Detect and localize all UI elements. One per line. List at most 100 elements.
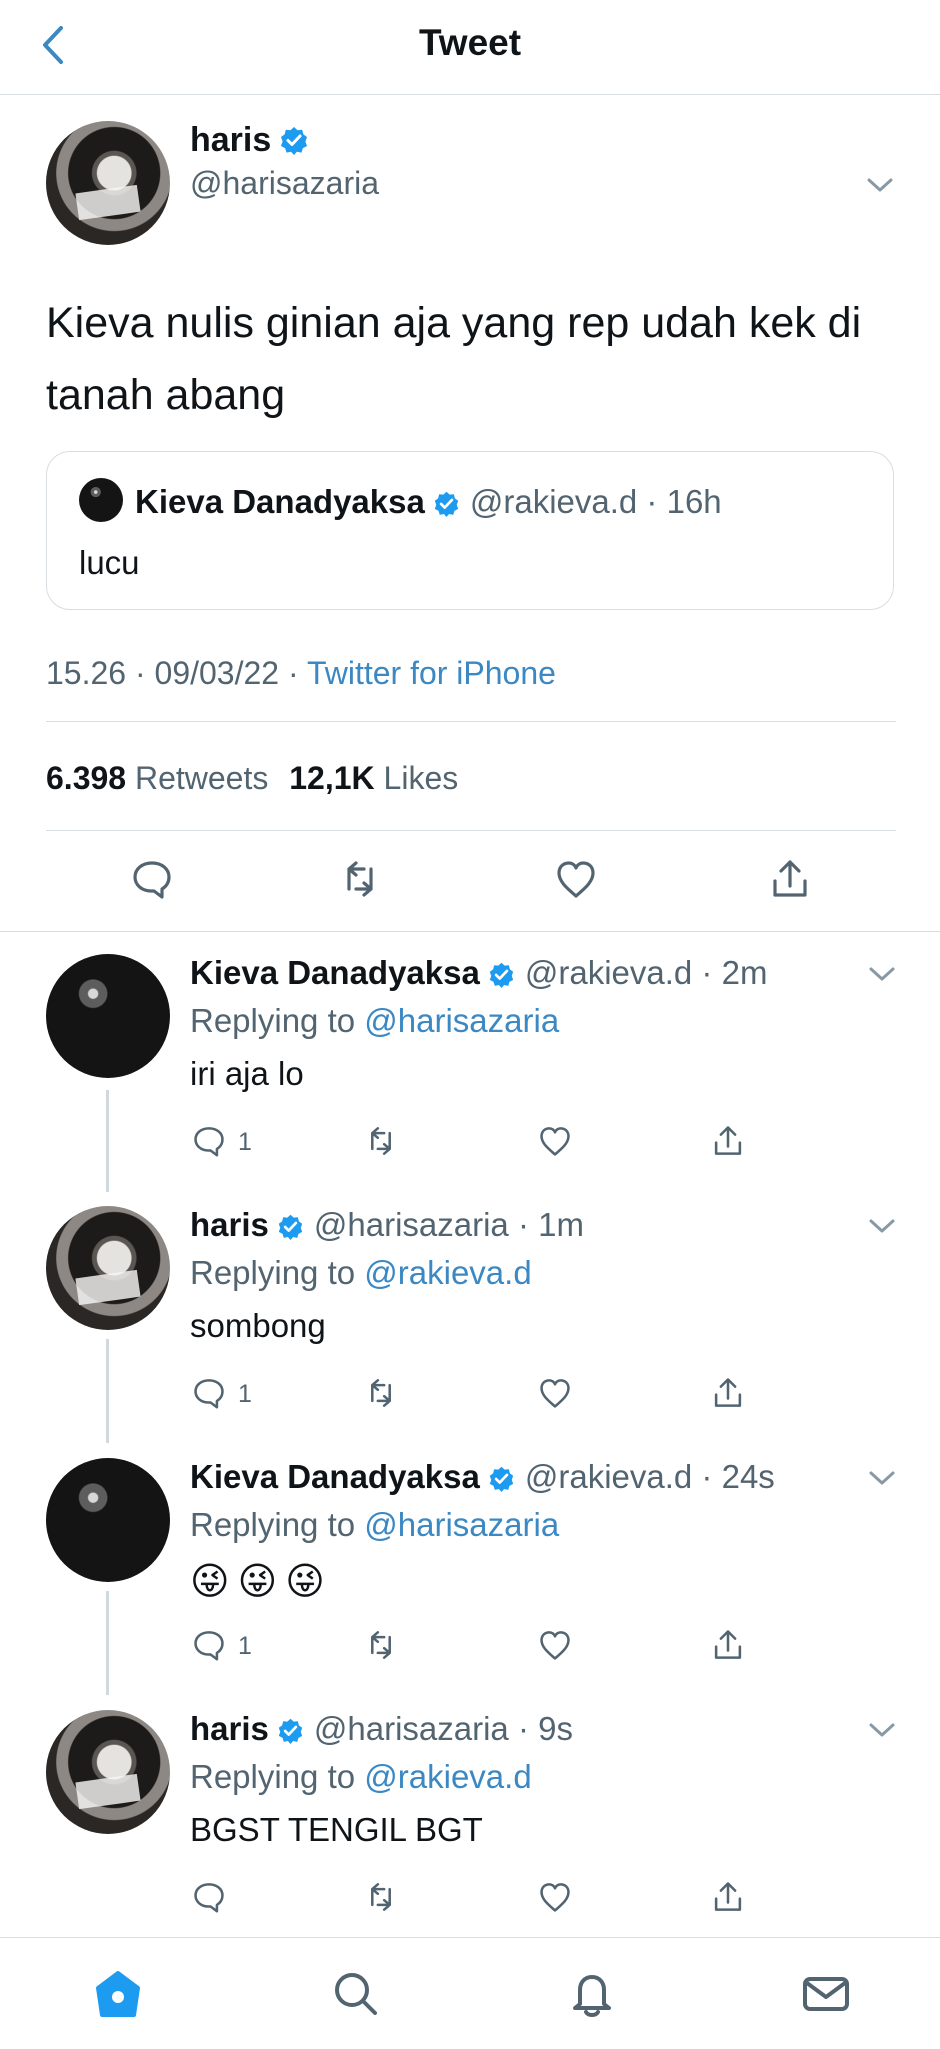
reply-header: Kieva Danadyaksa @rakieva.d · 2m bbox=[190, 954, 767, 992]
notifications-icon[interactable] bbox=[566, 1968, 618, 2020]
share-icon[interactable] bbox=[766, 855, 814, 903]
replying-to-prefix: Replying to bbox=[190, 1002, 356, 1039]
retweet-icon[interactable] bbox=[362, 1878, 400, 1916]
thread-line bbox=[106, 1591, 109, 1695]
quoted-author-name: Kieva Danadyaksa bbox=[135, 483, 425, 520]
messages-icon[interactable] bbox=[800, 1968, 852, 2020]
replying-to-handle[interactable]: @rakieva.d bbox=[364, 1758, 531, 1795]
reply-tweet: haris @harisazaria · 9s Replying to @raki… bbox=[0, 1688, 940, 1940]
reply-author-name[interactable]: haris bbox=[190, 1206, 269, 1243]
retweet-icon[interactable] bbox=[336, 855, 384, 903]
replying-to-prefix: Replying to bbox=[190, 1758, 356, 1795]
reply-author-avatar[interactable] bbox=[46, 1710, 170, 1834]
replying-to: Replying to @harisazaria bbox=[190, 1002, 559, 1040]
reply-text: iri aja lo bbox=[190, 1055, 304, 1092]
quoted-tweet-text: lucu bbox=[79, 544, 140, 581]
reply-icon[interactable] bbox=[190, 1626, 228, 1664]
retweet-icon[interactable] bbox=[362, 1374, 400, 1412]
replying-to-handle[interactable]: @rakieva.d bbox=[364, 1254, 531, 1291]
tweet-date: 09/03/22 bbox=[154, 655, 280, 691]
replying-to: Replying to @rakieva.d bbox=[190, 1758, 532, 1796]
quoted-author-handle: @rakieva.d bbox=[469, 483, 638, 520]
reply-author-avatar[interactable] bbox=[46, 1206, 170, 1330]
tweet-source-link[interactable]: Twitter for iPhone bbox=[307, 655, 556, 691]
verified-badge-icon bbox=[278, 1718, 303, 1744]
reply-tweet: haris @harisazaria · 1m Replying to @raki… bbox=[0, 1184, 940, 1443]
tweet-time: 15.26 bbox=[46, 655, 127, 691]
reply-emoji-text: 😜😜😜 bbox=[190, 1561, 333, 1603]
quoted-tweet-time: 16h bbox=[666, 483, 722, 520]
dot-separator: · bbox=[508, 1206, 539, 1243]
author-name[interactable]: haris bbox=[190, 121, 271, 159]
retweet-count[interactable]: 6.398 bbox=[46, 760, 126, 796]
share-icon[interactable] bbox=[709, 1374, 747, 1412]
reply-author-handle[interactable]: @rakieva.d bbox=[525, 954, 692, 991]
reply-author-name[interactable]: Kieva Danadyaksa bbox=[190, 1458, 480, 1495]
replying-to: Replying to @harisazaria bbox=[190, 1506, 559, 1544]
heart-icon[interactable] bbox=[536, 1626, 574, 1664]
reply-text: BGST TENGIL BGT bbox=[190, 1811, 483, 1848]
avatar-shirt-graphic bbox=[75, 1774, 141, 1810]
retweet-icon[interactable] bbox=[362, 1626, 400, 1664]
reply-author-handle[interactable]: @harisazaria bbox=[314, 1710, 509, 1747]
verified-badge-icon bbox=[434, 491, 459, 517]
reply-time: 1m bbox=[538, 1206, 584, 1243]
tweet-stats: 6.398 Retweets 12,1K Likes bbox=[46, 760, 896, 831]
author-name-row: haris bbox=[190, 121, 309, 160]
dot-separator: · bbox=[637, 483, 667, 520]
reply-count: 1 bbox=[238, 1380, 252, 1408]
reply-author-handle[interactable]: @harisazaria bbox=[314, 1206, 509, 1243]
reply-author-name[interactable]: Kieva Danadyaksa bbox=[190, 954, 480, 991]
heart-icon[interactable] bbox=[536, 1374, 574, 1412]
heart-icon[interactable] bbox=[536, 1878, 574, 1916]
share-icon[interactable] bbox=[709, 1626, 747, 1664]
share-icon[interactable] bbox=[709, 1122, 747, 1160]
verified-badge-icon bbox=[489, 962, 514, 988]
reply-text: sombong bbox=[190, 1307, 326, 1344]
chevron-down-icon[interactable] bbox=[868, 964, 896, 984]
quoted-tweet[interactable]: Kieva Danadyaksa @rakieva.d · 16h lucu bbox=[46, 451, 894, 610]
reply-header: haris @harisazaria · 9s bbox=[190, 1710, 573, 1748]
author-handle[interactable]: @harisazaria bbox=[190, 165, 379, 202]
reply-header: Kieva Danadyaksa @rakieva.d · 24s bbox=[190, 1458, 775, 1496]
dot-separator: · bbox=[692, 1458, 722, 1495]
like-count[interactable]: 12,1K bbox=[289, 760, 374, 796]
reply-icon[interactable] bbox=[128, 855, 176, 903]
heart-icon[interactable] bbox=[552, 855, 600, 903]
chevron-down-icon[interactable] bbox=[868, 1216, 896, 1236]
verified-badge-icon bbox=[489, 1466, 514, 1492]
reply-count: 1 bbox=[238, 1632, 252, 1660]
retweet-icon[interactable] bbox=[362, 1122, 400, 1160]
reply-time: 24s bbox=[721, 1458, 775, 1495]
reply-author-avatar[interactable] bbox=[46, 954, 170, 1078]
retweets-label[interactable]: Retweets bbox=[135, 760, 268, 796]
reply-time: 9s bbox=[538, 1710, 573, 1747]
bottom-navigation bbox=[0, 1937, 940, 2049]
reply-icon[interactable] bbox=[190, 1122, 228, 1160]
reply-time: 2m bbox=[721, 954, 768, 991]
reply-icon[interactable] bbox=[190, 1374, 228, 1412]
chevron-down-icon[interactable] bbox=[868, 1468, 896, 1488]
verified-badge-icon bbox=[278, 1214, 303, 1240]
replying-to-prefix: Replying to bbox=[190, 1506, 356, 1543]
search-icon[interactable] bbox=[330, 1968, 382, 2020]
dot-separator: · bbox=[508, 1710, 539, 1747]
likes-label[interactable]: Likes bbox=[384, 760, 459, 796]
heart-icon[interactable] bbox=[536, 1122, 574, 1160]
chevron-down-icon[interactable] bbox=[866, 175, 894, 195]
reply-tweet: Kieva Danadyaksa @rakieva.d · 2m Replying… bbox=[0, 932, 940, 1192]
quoted-tweet-header: Kieva Danadyaksa @rakieva.d · 16h bbox=[79, 478, 722, 522]
reply-icon[interactable] bbox=[190, 1878, 228, 1916]
tweet-timestamp: 15.26 · 09/03/22 · Twitter for iPhone bbox=[46, 655, 896, 722]
reply-author-name[interactable]: haris bbox=[190, 1710, 269, 1747]
reply-author-handle[interactable]: @rakieva.d bbox=[525, 1458, 692, 1495]
share-icon[interactable] bbox=[709, 1878, 747, 1916]
home-icon[interactable] bbox=[92, 1968, 144, 2020]
reply-author-avatar[interactable] bbox=[46, 1458, 170, 1582]
chevron-down-icon[interactable] bbox=[868, 1720, 896, 1740]
reply-header: haris @harisazaria · 1m bbox=[190, 1206, 584, 1244]
author-avatar[interactable] bbox=[46, 121, 170, 245]
dot-separator: · bbox=[126, 655, 155, 691]
replying-to-handle[interactable]: @harisazaria bbox=[364, 1506, 559, 1543]
replying-to-handle[interactable]: @harisazaria bbox=[364, 1002, 559, 1039]
